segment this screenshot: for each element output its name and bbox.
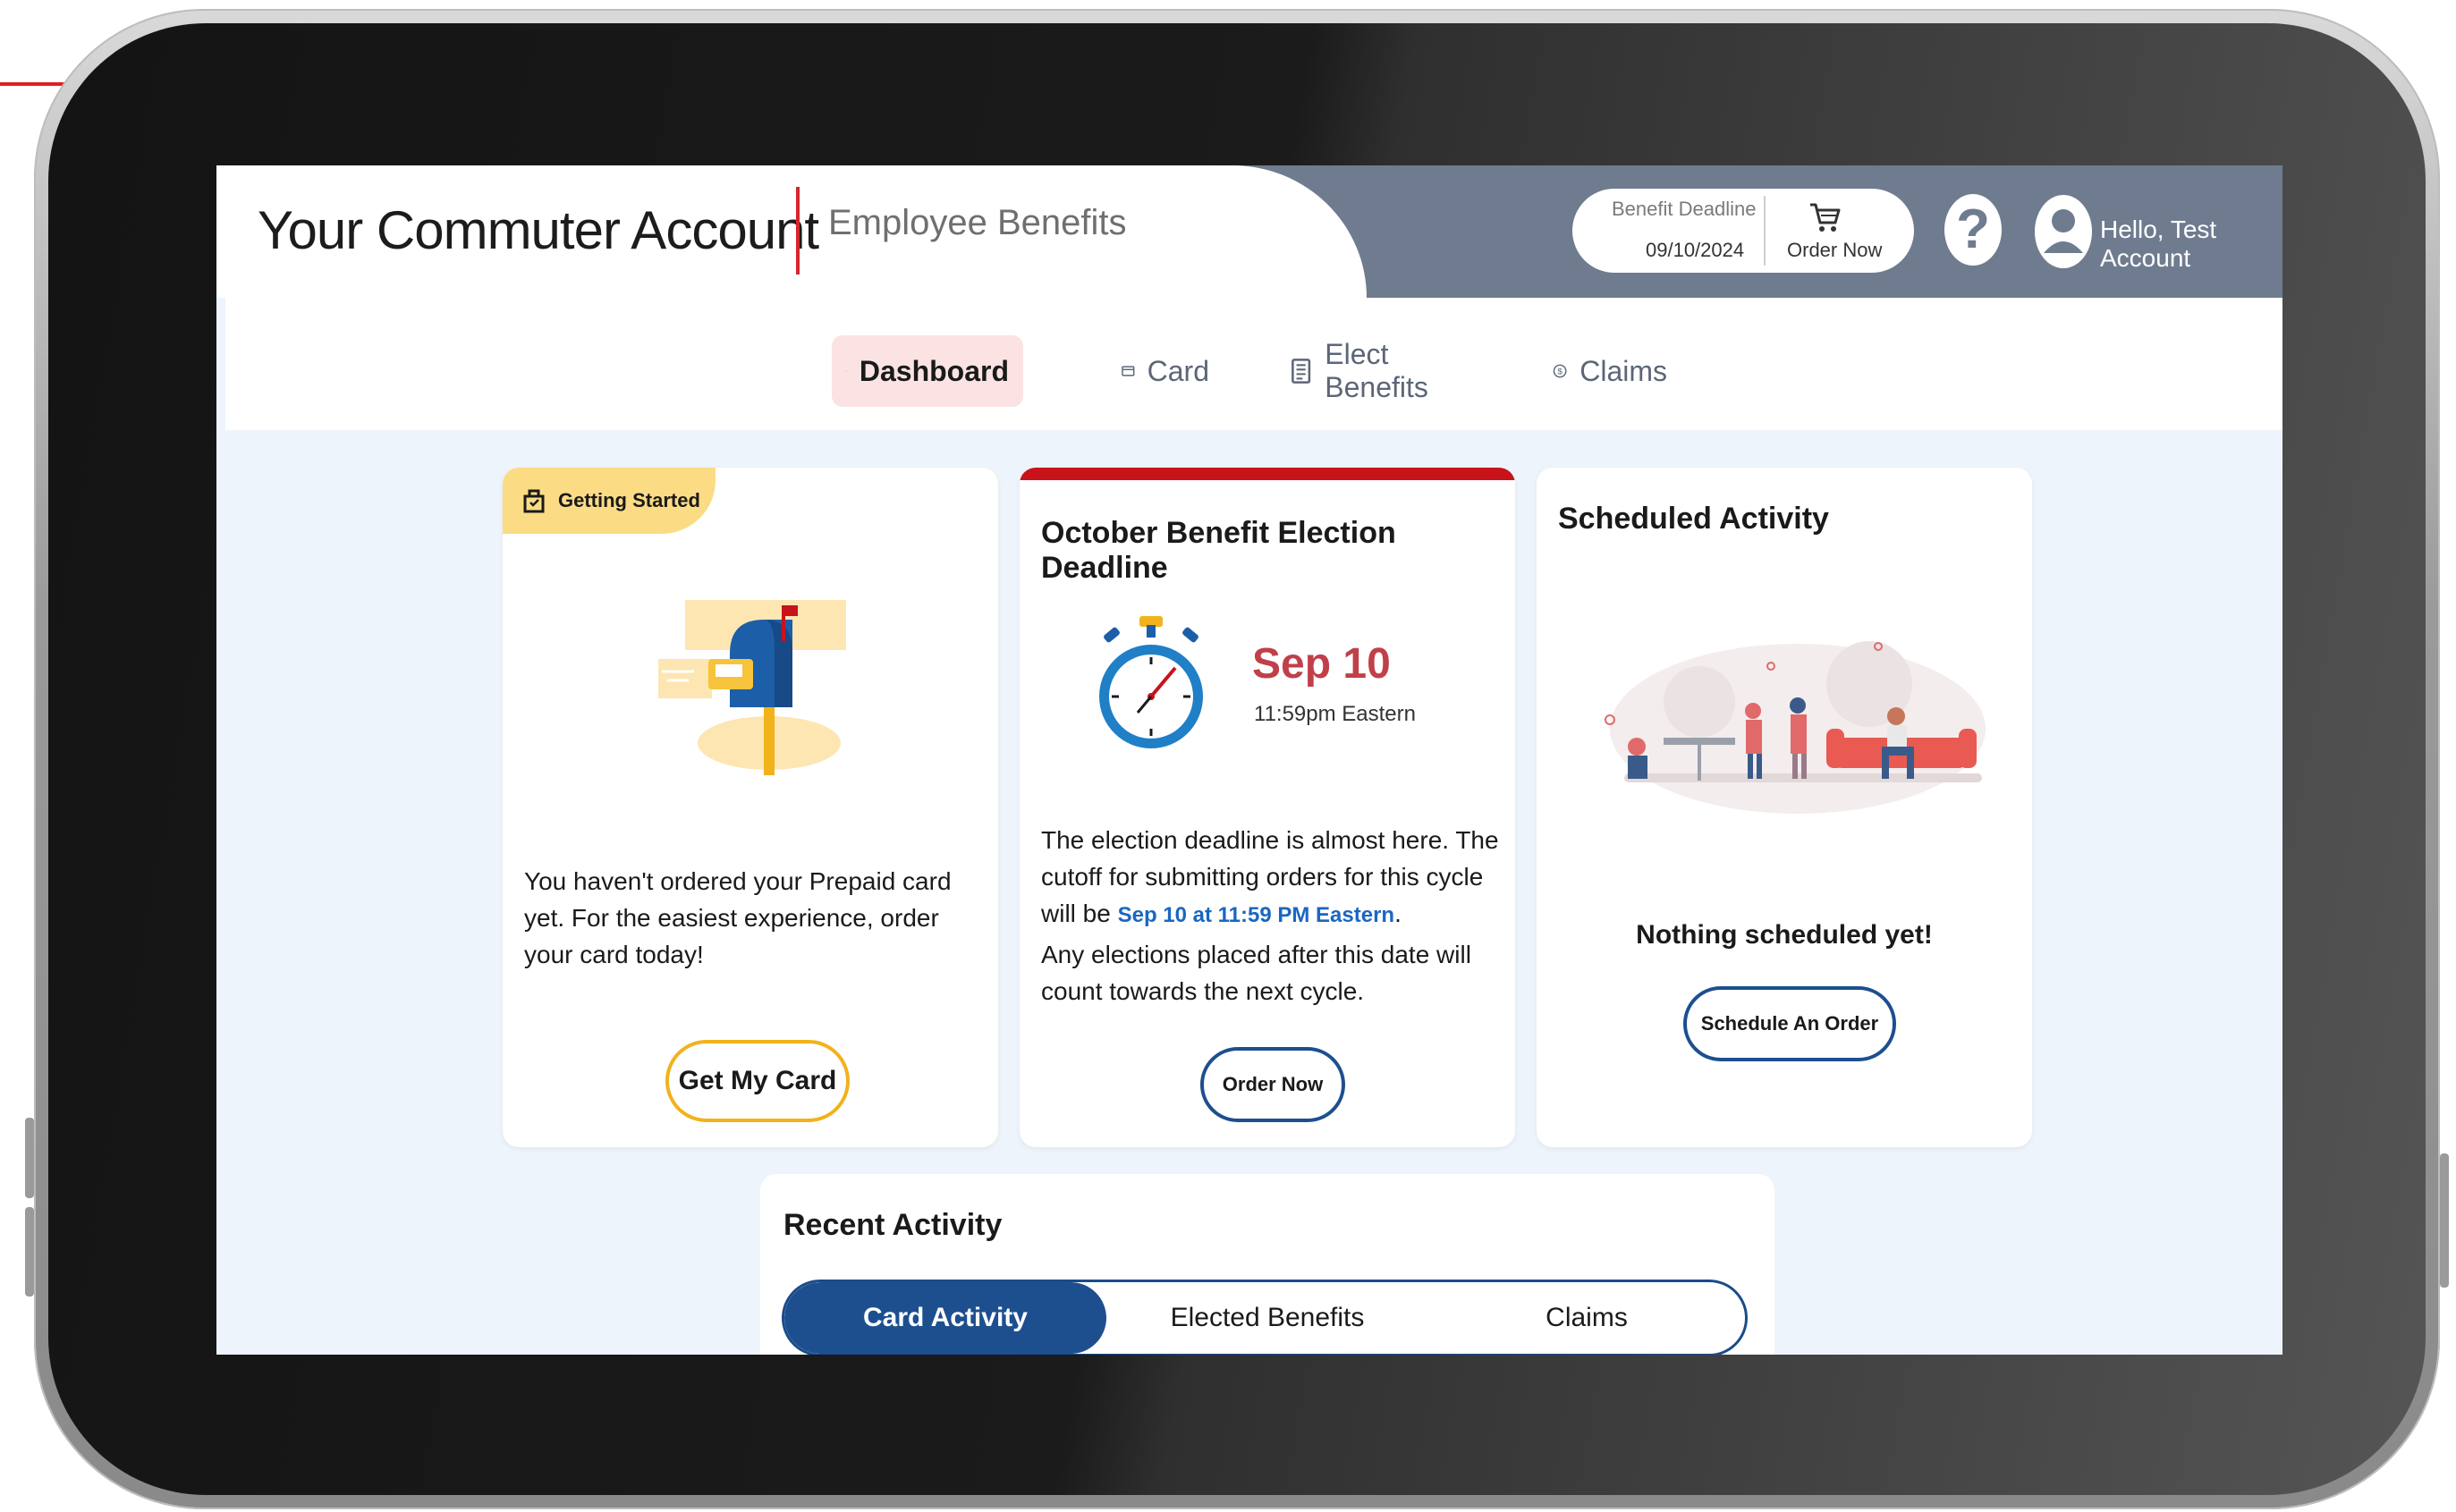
nav-label: Card [1147, 354, 1209, 387]
order-now-link[interactable]: Order Now [1787, 239, 1882, 262]
card-icon [1122, 366, 1135, 376]
get-my-card-button[interactable]: Get My Card [665, 1040, 850, 1122]
nav-elect-benefits[interactable]: Elect Benefits [1275, 335, 1486, 407]
prepaid-card-message: You haven't ordered your Prepaid card ye… [524, 867, 952, 968]
nav-label: Dashboard [859, 354, 1009, 387]
nav-card[interactable]: Card [1107, 335, 1224, 407]
office-illustration [1605, 641, 1986, 814]
tablet-side-button [25, 1118, 34, 1198]
main-nav: Dashboard Card Elect Benefits $ Claims [225, 298, 2282, 430]
svg-text:$: $ [1557, 367, 1563, 376]
nothing-scheduled-text: Nothing scheduled yet! [1636, 920, 1933, 950]
help-icon[interactable]: ? [1944, 194, 2002, 266]
home-icon [846, 370, 847, 372]
benefit-deadline-pill: Benefit Deadline 09/10/2024 Order Now [1572, 189, 1914, 273]
schedule-order-button[interactable]: Schedule An Order [1683, 986, 1896, 1061]
nav-dashboard[interactable]: Dashboard [832, 335, 1023, 407]
deadline-date: Sep 10 [1252, 640, 1391, 688]
nav-label: Elect Benefits [1325, 338, 1428, 403]
election-deadline-card: October Benefit Election Deadline Sep 10… [1020, 468, 1515, 1147]
dollar-icon: $ [1553, 364, 1567, 378]
brand-divider [796, 187, 800, 275]
brand-title[interactable]: Your Commuter Account [258, 199, 819, 261]
tab-claims[interactable]: Claims [1428, 1282, 1745, 1354]
stopwatch-icon [1099, 616, 1203, 748]
scheduled-activity-card: Scheduled Activity Nothing scheduled yet… [1537, 468, 2032, 1147]
avatar-icon[interactable] [2034, 194, 2093, 269]
header-brand-area: Your Commuter Account Employee Benefits [216, 165, 1367, 298]
document-icon [1292, 359, 1311, 384]
card-top-accent [1020, 468, 1515, 480]
order-now-button[interactable]: Order Now [1200, 1047, 1345, 1122]
recent-activity-panel: Recent Activity Card Activity Elected Be… [760, 1174, 1774, 1355]
scheduled-activity-title: Scheduled Activity [1558, 502, 1829, 536]
tablet-side-button [25, 1207, 34, 1297]
cart-icon[interactable] [1807, 199, 1842, 235]
pill-divider [1764, 196, 1766, 266]
election-deadline-note: Any elections placed after this date wil… [1041, 941, 1471, 1005]
benefit-deadline-date: 09/10/2024 [1646, 239, 1745, 261]
deadline-time: 11:59pm Eastern [1254, 702, 1416, 726]
package-icon [523, 489, 545, 513]
tab-elected-benefits[interactable]: Elected Benefits [1106, 1282, 1428, 1354]
chip-label: Getting Started [558, 489, 700, 511]
recent-activity-title: Recent Activity [783, 1208, 1003, 1242]
election-deadline-title: October Benefit Election Deadline [1041, 516, 1396, 585]
deadline-link[interactable]: Sep 10 at 11:59 PM Eastern [1118, 903, 1395, 927]
nav-claims[interactable]: $ Claims [1538, 335, 1681, 407]
election-deadline-body: The election deadline is almost here. Th… [1041, 822, 1506, 933]
header-bar: Your Commuter Account Employee Benefits … [216, 165, 2282, 298]
benefit-deadline-label: Benefit Deadline [1612, 198, 1757, 220]
body-text: . [1394, 900, 1402, 927]
tab-card-activity[interactable]: Card Activity [784, 1282, 1106, 1354]
app-screen: Your Commuter Account Employee Benefits … [216, 165, 2282, 1355]
user-greeting[interactable]: Hello, Test Account [2100, 215, 2282, 273]
getting-started-chip: Getting Started [503, 468, 716, 534]
mailbox-illustration [658, 600, 846, 775]
tablet-side-button [2440, 1153, 2449, 1288]
brand-subtitle: Employee Benefits [828, 203, 1127, 242]
getting-started-card: Getting Started You haven't ordered your… [503, 468, 998, 1147]
recent-activity-tabs: Card Activity Elected Benefits Claims [782, 1280, 1748, 1355]
nav-label: Claims [1579, 354, 1667, 387]
